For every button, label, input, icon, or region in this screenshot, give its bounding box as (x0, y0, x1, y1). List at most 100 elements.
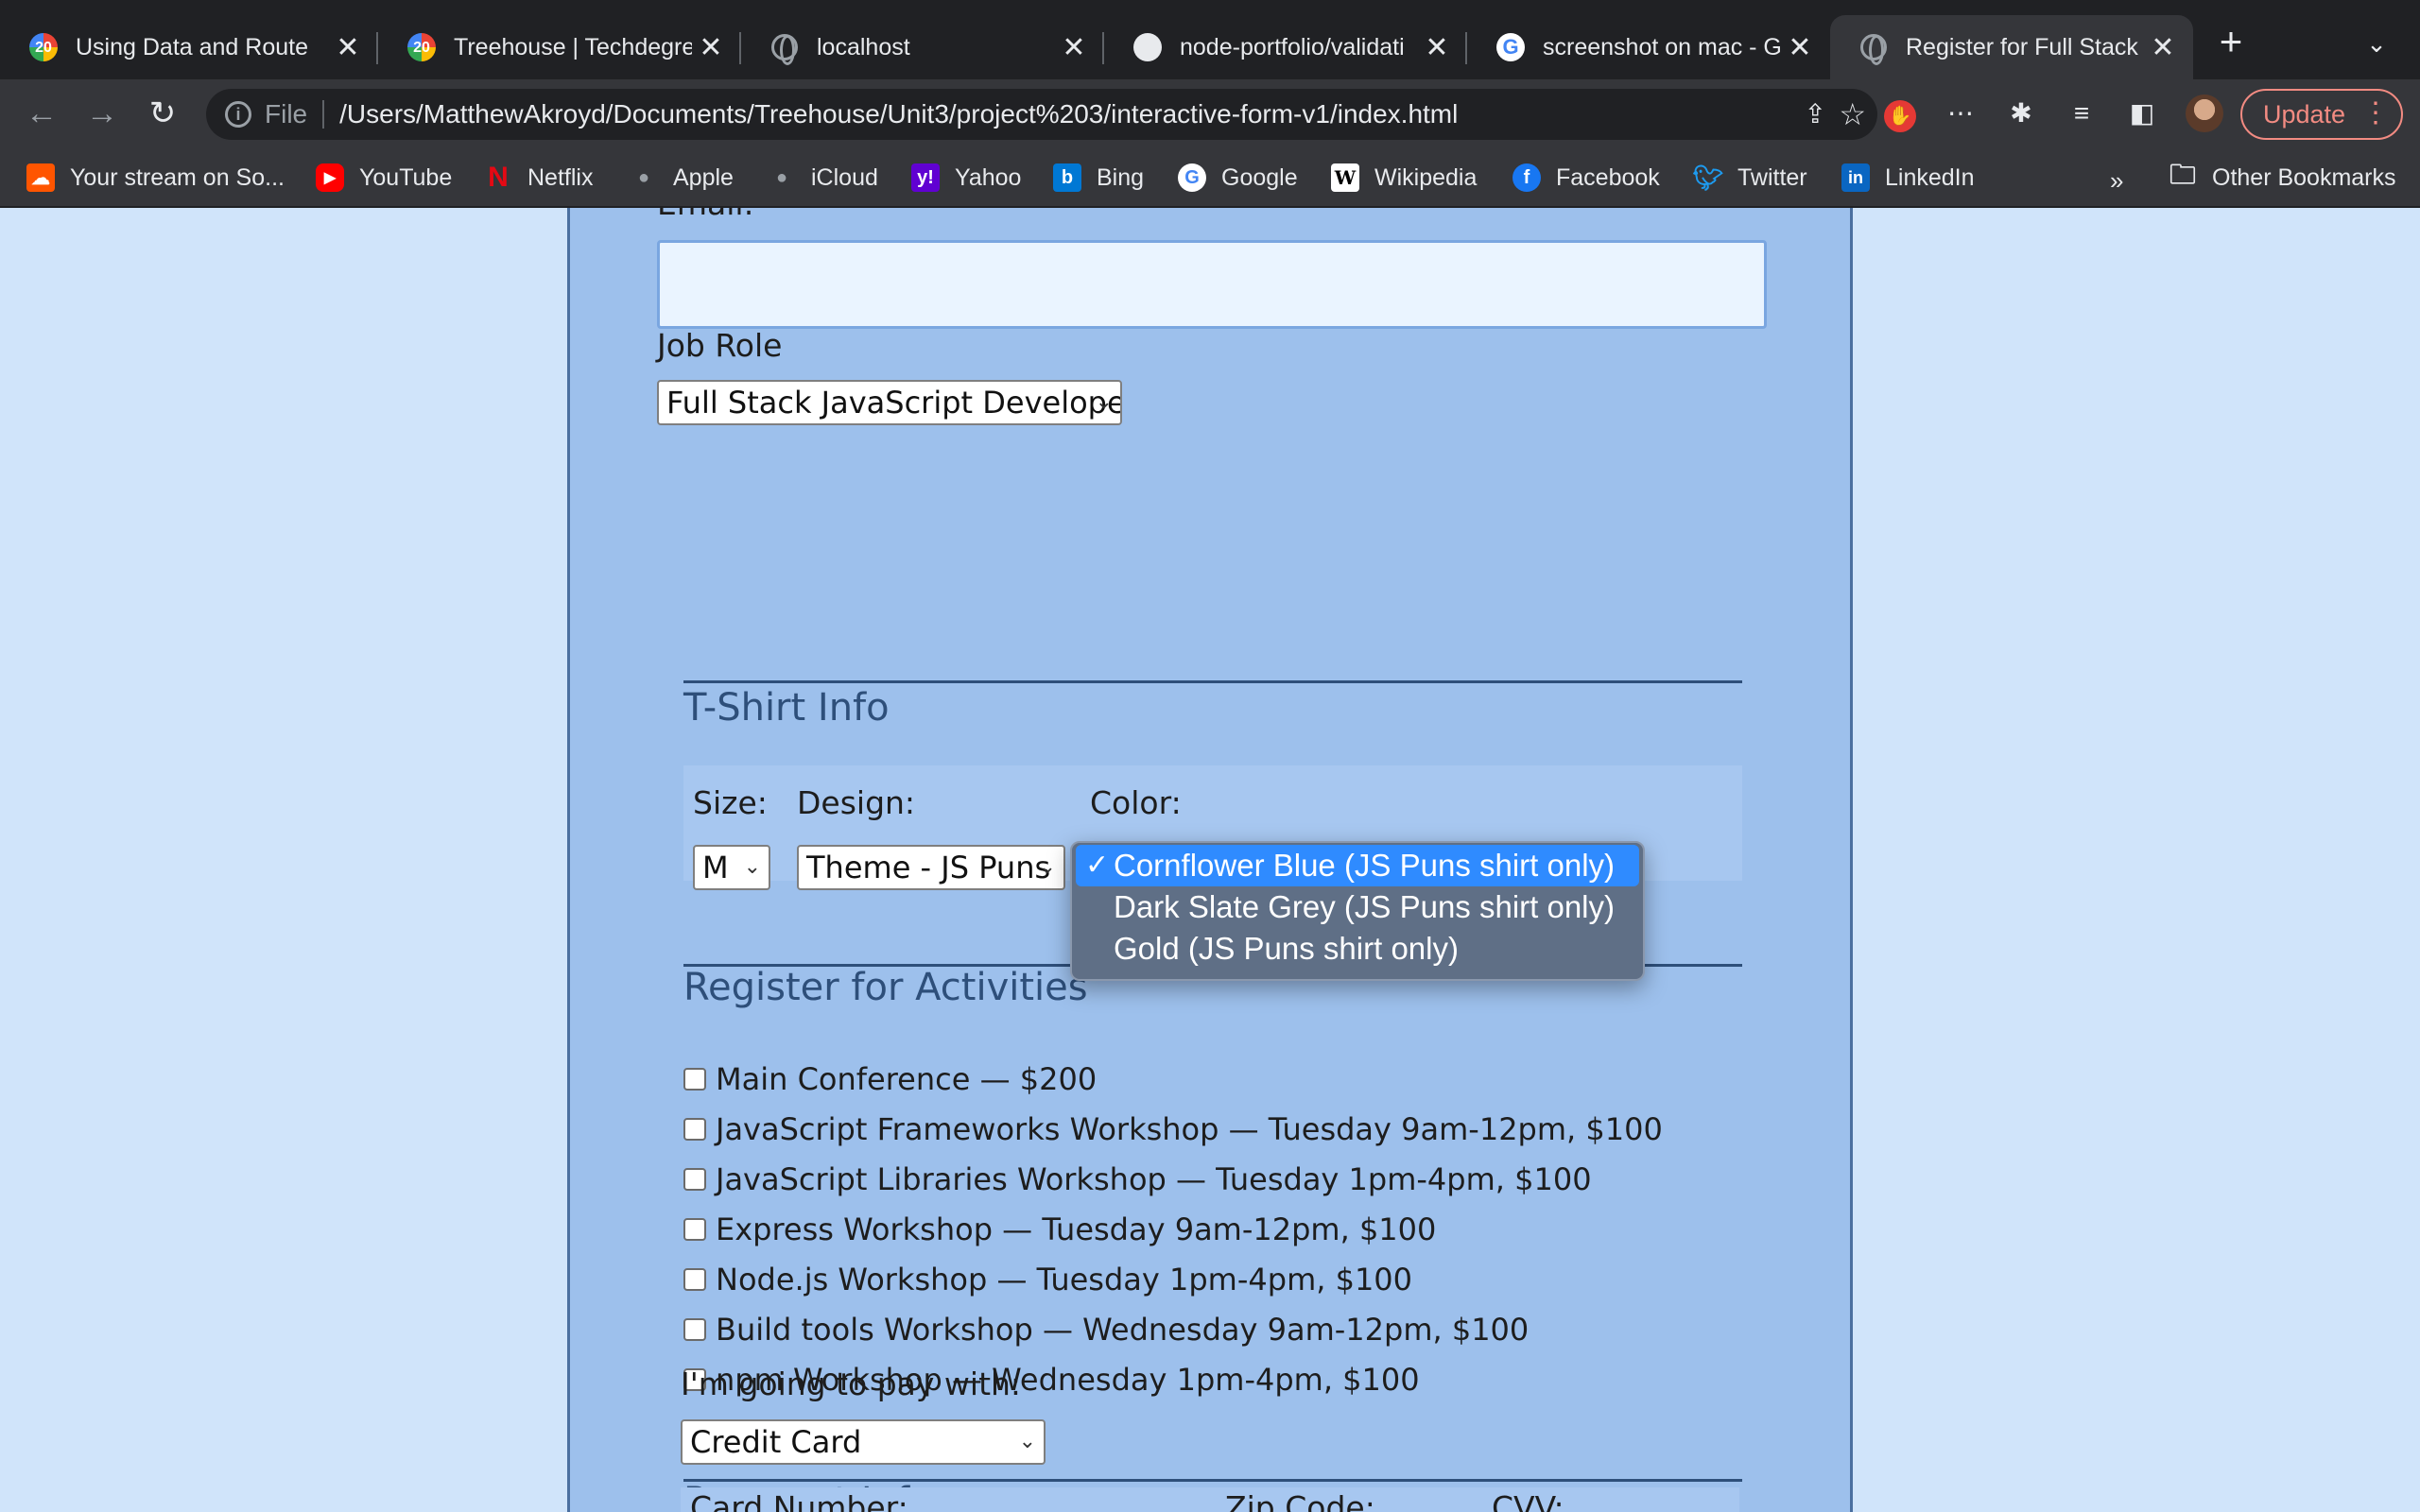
tab-using-data[interactable]: 20 Using Data and Route ✕ (0, 15, 378, 79)
reload-icon[interactable]: ↻ (142, 93, 183, 134)
activity-checkbox-row[interactable]: JavaScript Libraries Workshop — Tuesday … (683, 1160, 1592, 1198)
option-label: Gold (JS Puns shirt only) (1114, 931, 1459, 966)
bookmark-label: LinkedIn (1885, 163, 1975, 191)
tab-title: Treehouse | Techdegre (454, 33, 692, 60)
bookmark-wikipedia[interactable]: W Wikipedia (1331, 159, 1477, 197)
email-field[interactable] (657, 240, 1767, 329)
color-select-dropdown[interactable]: ✓ Cornflower Blue (JS Puns shirt only) Da… (1070, 841, 1645, 981)
globe-icon (769, 32, 800, 65)
activity-label: Main Conference — $200 (716, 1061, 1098, 1097)
color-option-gold[interactable]: Gold (JS Puns shirt only) (1076, 928, 1639, 970)
profile-avatar[interactable] (2186, 94, 2223, 132)
option-label: Cornflower Blue (JS Puns shirt only) (1114, 848, 1616, 883)
page-viewport: Email: Job Role Full Stack JavaScript De… (0, 208, 2420, 1512)
chevron-down-icon: ⌄ (1095, 390, 1113, 414)
other-bookmarks[interactable]: 🗀︎ Other Bookmarks (2169, 159, 2396, 197)
info-icon[interactable]: i (225, 101, 251, 128)
job-role-value: Full Stack JavaScript Developer (666, 385, 1122, 421)
activity-label: JavaScript Frameworks Workshop — Tuesday… (716, 1111, 1663, 1147)
more-bookmarks-chevron[interactable]: » (2110, 166, 2123, 196)
close-icon[interactable]: ✕ (1418, 31, 1456, 64)
bookmark-label: Your stream on So... (70, 163, 285, 191)
bookmark-google[interactable]: G Google (1178, 159, 1298, 197)
bookmark-facebook[interactable]: f Facebook (1512, 159, 1660, 197)
back-arrow-icon[interactable]: ← (21, 93, 62, 134)
tab-title: Using Data and Route (76, 33, 308, 60)
new-tab-button[interactable]: + (2210, 21, 2252, 62)
checkbox[interactable] (683, 1318, 706, 1341)
bookmark-youtube[interactable]: ▶ YouTube (316, 159, 452, 197)
youtube-icon: ▶ (316, 163, 344, 192)
close-icon[interactable]: ✕ (1055, 31, 1093, 64)
tab-search-chevron-icon[interactable]: ⌄ (2358, 25, 2395, 62)
bookmark-icloud[interactable]: ● iCloud (768, 159, 878, 197)
tab-title: node-portfolio/validati (1180, 33, 1405, 60)
bookmark-linkedin[interactable]: in LinkedIn (1841, 159, 1975, 197)
pay-with-label: I'm going to pay with: (681, 1366, 1022, 1402)
facebook-icon: f (1512, 163, 1541, 192)
tab-register-active[interactable]: Register for Full Stack ✕ (1830, 15, 2193, 79)
bookmark-netflix[interactable]: N Netflix (484, 159, 593, 197)
adblock-extension-icon[interactable]: ✋ (1881, 94, 1919, 132)
bookmark-star-icon[interactable]: ☆ (1839, 96, 1866, 132)
media-queue-icon[interactable]: ≡ (2063, 94, 2100, 132)
twitter-icon: 🐦︎ (1692, 163, 1724, 192)
design-value: Theme - JS Puns (806, 850, 1051, 885)
checkbox[interactable] (683, 1168, 706, 1191)
tab-title: Register for Full Stack (1906, 33, 2138, 60)
bookmark-label: Wikipedia (1374, 163, 1478, 191)
url-text[interactable]: /Users/MatthewAkroyd/Documents/Treehouse… (339, 99, 1458, 129)
close-icon[interactable]: ✕ (329, 31, 367, 64)
activity-label: Build tools Workshop — Wednesday 9am-12p… (716, 1312, 1530, 1348)
google-icon: G (1495, 32, 1526, 62)
email-label: Email: (657, 208, 754, 222)
payment-method-select[interactable]: Credit Card ⌄ (681, 1419, 1046, 1465)
bookmark-apple[interactable]: ● Apple (630, 159, 734, 197)
tab-treehouse[interactable]: 20 Treehouse | Techdegre ✕ (378, 15, 741, 79)
kebab-menu-icon[interactable]: ⋮ (2361, 96, 2390, 129)
activity-checkbox-row[interactable]: Express Workshop — Tuesday 9am-12pm, $10… (683, 1211, 1436, 1248)
update-button[interactable]: Update ⋮ (2240, 89, 2403, 140)
job-role-select[interactable]: Full Stack JavaScript Developer ⌄ (657, 380, 1122, 425)
activity-label: JavaScript Libraries Workshop — Tuesday … (716, 1161, 1592, 1197)
extensions-puzzle-icon[interactable]: ✱ (2002, 94, 2040, 132)
bookmark-bing[interactable]: b Bing (1053, 159, 1144, 197)
tab-github[interactable]: node-portfolio/validati ✕ (1104, 15, 1467, 79)
activity-checkbox-row[interactable]: Main Conference — $200 (683, 1060, 1097, 1098)
side-panel-icon[interactable]: ◧ (2123, 94, 2161, 132)
zip-code-label: Zip Code: (1225, 1489, 1375, 1512)
more-extension-icon[interactable]: ⋯ (1942, 94, 1979, 132)
address-bar[interactable]: i File /Users/MatthewAkroyd/Documents/Tr… (206, 89, 1877, 140)
treehouse-badge-icon: 20 (406, 32, 437, 62)
design-label: Design: (797, 784, 916, 821)
size-select[interactable]: M ⌄ (693, 845, 770, 890)
checkbox[interactable] (683, 1068, 706, 1091)
share-icon[interactable]: ⇪ (1805, 98, 1826, 129)
color-option-dark-slate-grey[interactable]: Dark Slate Grey (JS Puns shirt only) (1076, 886, 1639, 928)
activity-checkbox-row[interactable]: JavaScript Frameworks Workshop — Tuesday… (683, 1110, 1663, 1148)
activity-checkbox-row[interactable]: Node.js Workshop — Tuesday 1pm-4pm, $100 (683, 1261, 1412, 1298)
close-icon[interactable]: ✕ (1781, 31, 1819, 64)
close-icon[interactable]: ✕ (2144, 31, 2182, 64)
linkedin-icon: in (1841, 163, 1870, 192)
folder-icon: 🗀︎ (2169, 160, 2196, 189)
tab-google-search[interactable]: G screenshot on mac - G ✕ (1467, 15, 1830, 79)
bookmark-soundcloud[interactable]: ☁ Your stream on So... (26, 159, 285, 197)
google-icon: G (1178, 163, 1206, 192)
bookmark-twitter[interactable]: 🐦︎ Twitter (1692, 159, 1807, 197)
forward-arrow-icon[interactable]: → (81, 93, 123, 134)
tab-localhost[interactable]: localhost ✕ (741, 15, 1104, 79)
bookmark-label: Bing (1097, 163, 1145, 191)
card-number-label: Card Number: (690, 1489, 908, 1512)
bookmark-yahoo[interactable]: y! Yahoo (911, 159, 1021, 197)
checkbox[interactable] (683, 1118, 706, 1141)
option-label: Dark Slate Grey (JS Puns shirt only) (1114, 889, 1615, 924)
activity-checkbox-row[interactable]: Build tools Workshop — Wednesday 9am-12p… (683, 1311, 1529, 1349)
checkbox[interactable] (683, 1218, 706, 1241)
color-option-cornflower-blue[interactable]: ✓ Cornflower Blue (JS Puns shirt only) (1076, 845, 1639, 886)
bookmark-label: YouTube (359, 163, 453, 191)
close-icon[interactable]: ✕ (692, 31, 730, 64)
checkbox[interactable] (683, 1268, 706, 1291)
apple-icon: ● (775, 166, 788, 188)
design-select[interactable]: Theme - JS Puns ⌄ (797, 845, 1065, 890)
